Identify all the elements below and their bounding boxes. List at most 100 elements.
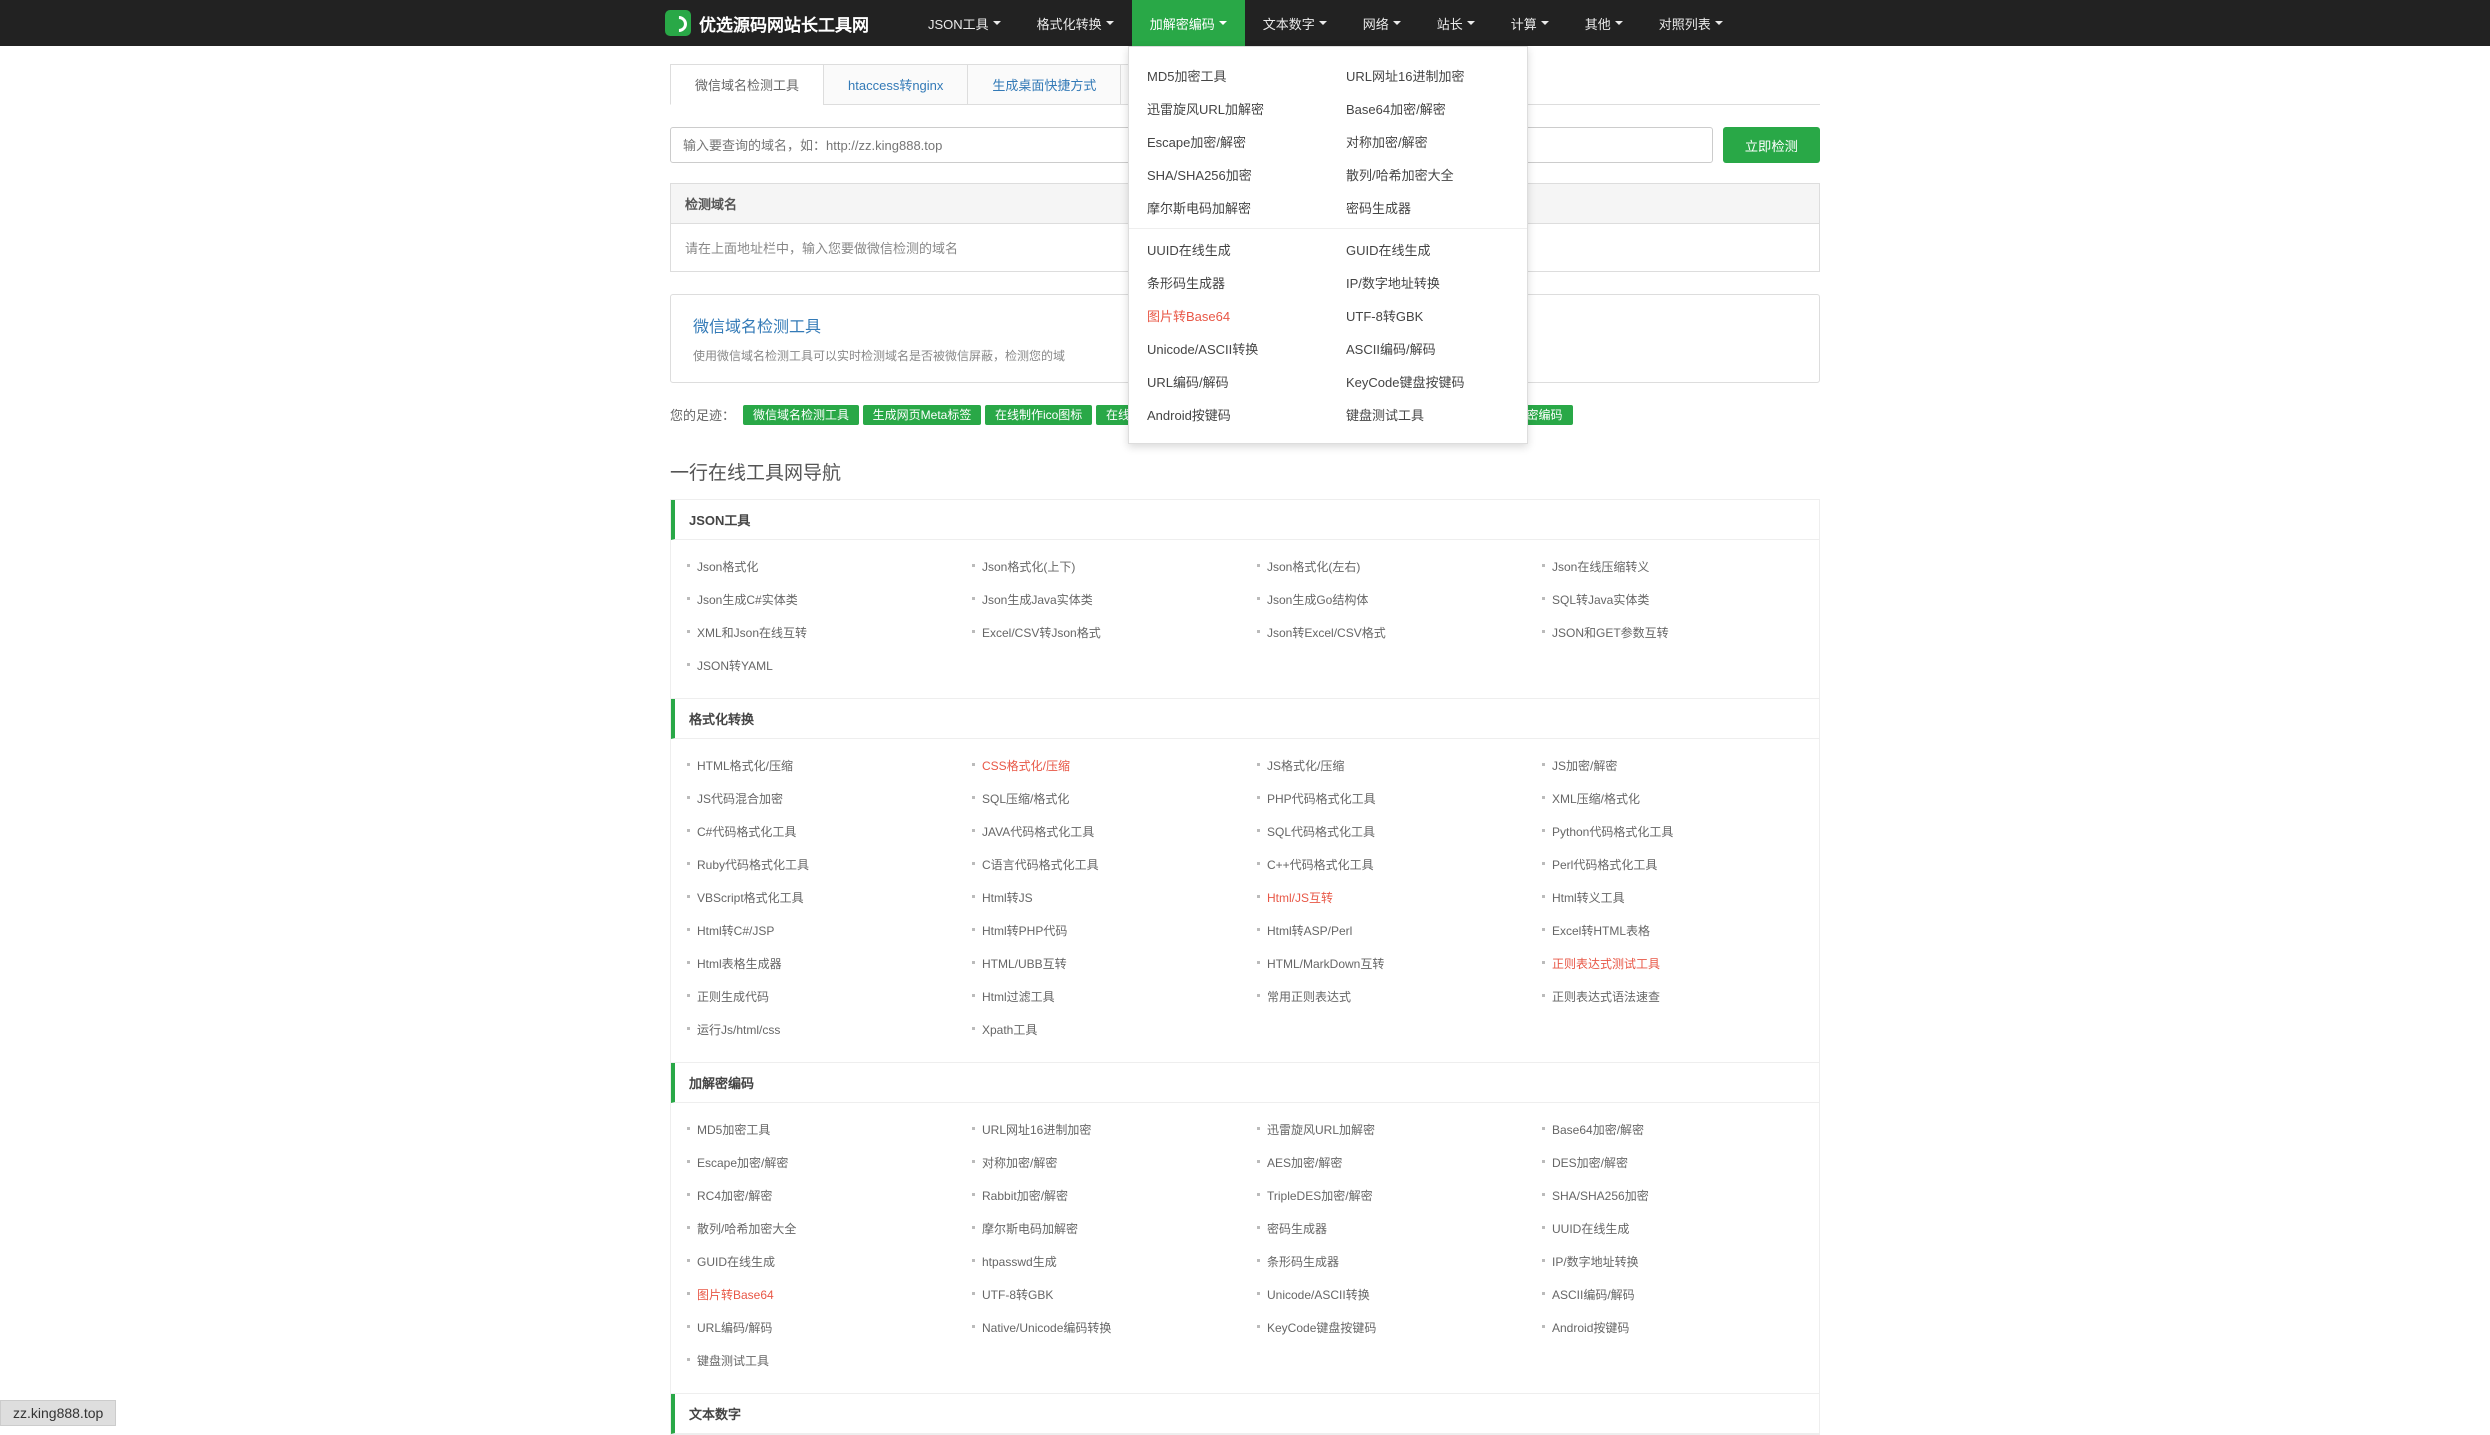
mega-item[interactable]: 图片转Base64 <box>1129 299 1328 332</box>
tool-link[interactable]: XML和Json在线互转 <box>675 616 960 649</box>
tool-link[interactable]: Python代码格式化工具 <box>1530 815 1815 848</box>
tool-link[interactable]: C#代码格式化工具 <box>675 815 960 848</box>
tool-link[interactable]: HTML格式化/压缩 <box>675 749 960 782</box>
mega-item[interactable]: Base64加密/解密 <box>1328 92 1527 125</box>
tool-link[interactable]: SHA/SHA256加密 <box>1530 1179 1815 1212</box>
tool-link[interactable]: Unicode/ASCII转换 <box>1245 1278 1530 1311</box>
tool-link[interactable]: C语言代码格式化工具 <box>960 848 1245 881</box>
brand[interactable]: 优选源码网站长工具网 <box>665 10 869 36</box>
mega-item[interactable]: 对称加密/解密 <box>1328 125 1527 158</box>
tool-link[interactable]: 散列/哈希加密大全 <box>675 1212 960 1245</box>
nav-item-0[interactable]: JSON工具 <box>910 0 1019 46</box>
mega-item[interactable]: 迅雷旋风URL加解密 <box>1129 92 1328 125</box>
tool-link[interactable]: MD5加密工具 <box>675 1113 960 1146</box>
mega-item[interactable]: 键盘测试工具 <box>1328 398 1527 431</box>
tool-link[interactable]: Html/JS互转 <box>1245 881 1530 914</box>
tool-link[interactable]: KeyCode键盘按键码 <box>1245 1311 1530 1344</box>
tool-link[interactable]: JAVA代码格式化工具 <box>960 815 1245 848</box>
tool-link[interactable]: JSON转YAML <box>675 649 960 682</box>
tool-link[interactable]: CSS格式化/压缩 <box>960 749 1245 782</box>
tool-link[interactable]: SQL转Java实体类 <box>1530 583 1815 616</box>
nav-item-6[interactable]: 计算 <box>1493 0 1567 46</box>
tool-link[interactable]: Escape加密/解密 <box>675 1146 960 1179</box>
tool-link[interactable]: 正则表达式语法速查 <box>1530 980 1815 1013</box>
tool-link[interactable]: 图片转Base64 <box>675 1278 960 1311</box>
tool-link[interactable]: htpasswd生成 <box>960 1245 1245 1278</box>
tool-link[interactable]: Base64加密/解密 <box>1530 1113 1815 1146</box>
tool-link[interactable]: PHP代码格式化工具 <box>1245 782 1530 815</box>
mega-item[interactable]: GUID在线生成 <box>1328 233 1527 266</box>
tool-link[interactable]: Json格式化(上下) <box>960 550 1245 583</box>
tool-tab-1[interactable]: htaccess转nginx <box>823 64 968 105</box>
tool-link[interactable]: Json格式化 <box>675 550 960 583</box>
tool-link[interactable]: UUID在线生成 <box>1530 1212 1815 1245</box>
tool-link[interactable]: GUID在线生成 <box>675 1245 960 1278</box>
tool-link[interactable]: Json生成Go结构体 <box>1245 583 1530 616</box>
mega-item[interactable]: Unicode/ASCII转换 <box>1129 332 1328 365</box>
mega-item[interactable]: UUID在线生成 <box>1129 233 1328 266</box>
nav-item-5[interactable]: 站长 <box>1419 0 1493 46</box>
mega-item[interactable]: 条形码生成器 <box>1129 266 1328 299</box>
tool-link[interactable]: HTML/MarkDown互转 <box>1245 947 1530 980</box>
mega-item[interactable]: UTF-8转GBK <box>1328 299 1527 332</box>
tool-link[interactable]: Html转PHP代码 <box>960 914 1245 947</box>
tool-link[interactable]: Native/Unicode编码转换 <box>960 1311 1245 1344</box>
tool-link[interactable]: JS格式化/压缩 <box>1245 749 1530 782</box>
tool-link[interactable]: XML压缩/格式化 <box>1530 782 1815 815</box>
tool-link[interactable]: Html转义工具 <box>1530 881 1815 914</box>
footprint-tag[interactable]: 微信域名检测工具 <box>743 405 859 425</box>
tool-link[interactable]: TripleDES加密/解密 <box>1245 1179 1530 1212</box>
mega-item[interactable]: URL网址16进制加密 <box>1328 59 1527 92</box>
tool-tab-0[interactable]: 微信域名检测工具 <box>670 64 824 105</box>
tool-link[interactable]: Html过滤工具 <box>960 980 1245 1013</box>
tool-link[interactable]: ASCII编码/解码 <box>1530 1278 1815 1311</box>
nav-item-3[interactable]: 文本数字 <box>1245 0 1345 46</box>
tool-link[interactable]: 正则生成代码 <box>675 980 960 1013</box>
tool-link[interactable]: RC4加密/解密 <box>675 1179 960 1212</box>
tool-link[interactable]: Html转ASP/Perl <box>1245 914 1530 947</box>
tool-link[interactable]: Excel转HTML表格 <box>1530 914 1815 947</box>
tool-link[interactable]: UTF-8转GBK <box>960 1278 1245 1311</box>
mega-item[interactable]: 散列/哈希加密大全 <box>1328 158 1527 191</box>
footprint-tag[interactable]: 在线制作ico图标 <box>985 405 1092 425</box>
mega-item[interactable]: MD5加密工具 <box>1129 59 1328 92</box>
mega-item[interactable]: Escape加密/解密 <box>1129 125 1328 158</box>
mega-item[interactable]: ASCII编码/解码 <box>1328 332 1527 365</box>
tool-link[interactable]: 常用正则表达式 <box>1245 980 1530 1013</box>
mega-item[interactable]: SHA/SHA256加密 <box>1129 158 1328 191</box>
tool-link[interactable]: Ruby代码格式化工具 <box>675 848 960 881</box>
footprint-tag[interactable]: 生成网页Meta标签 <box>863 405 982 425</box>
tool-link[interactable]: Xpath工具 <box>960 1013 1245 1046</box>
tool-link[interactable]: AES加密/解密 <box>1245 1146 1530 1179</box>
tool-link[interactable]: C++代码格式化工具 <box>1245 848 1530 881</box>
nav-item-1[interactable]: 格式化转换 <box>1019 0 1132 46</box>
tool-link[interactable]: URL编码/解码 <box>675 1311 960 1344</box>
tool-link[interactable]: Perl代码格式化工具 <box>1530 848 1815 881</box>
tool-link[interactable]: Rabbit加密/解密 <box>960 1179 1245 1212</box>
mega-item[interactable]: Android按键码 <box>1129 398 1328 431</box>
tool-link[interactable]: Html转JS <box>960 881 1245 914</box>
tool-link[interactable]: JS代码混合加密 <box>675 782 960 815</box>
mega-item[interactable]: KeyCode键盘按键码 <box>1328 365 1527 398</box>
tool-link[interactable]: VBScript格式化工具 <box>675 881 960 914</box>
tool-link[interactable]: Excel/CSV转Json格式 <box>960 616 1245 649</box>
tool-link[interactable]: JS加密/解密 <box>1530 749 1815 782</box>
nav-item-8[interactable]: 对照列表 <box>1641 0 1741 46</box>
tool-link[interactable]: SQL压缩/格式化 <box>960 782 1245 815</box>
tool-link[interactable]: Json生成Java实体类 <box>960 583 1245 616</box>
tool-link[interactable]: Html表格生成器 <box>675 947 960 980</box>
nav-item-2[interactable]: 加解密编码 <box>1132 0 1245 46</box>
detect-button[interactable]: 立即检测 <box>1723 127 1820 163</box>
tool-tab-2[interactable]: 生成桌面快捷方式 <box>967 64 1121 105</box>
nav-item-4[interactable]: 网络 <box>1345 0 1419 46</box>
tool-link[interactable]: HTML/UBB互转 <box>960 947 1245 980</box>
mega-item[interactable]: 摩尔斯电码加解密 <box>1129 191 1328 224</box>
tool-link[interactable]: Json在线压缩转义 <box>1530 550 1815 583</box>
mega-item[interactable]: IP/数字地址转换 <box>1328 266 1527 299</box>
tool-link[interactable]: 条形码生成器 <box>1245 1245 1530 1278</box>
tool-link[interactable]: 键盘测试工具 <box>675 1344 960 1377</box>
tool-link[interactable]: 运行Js/html/css <box>675 1013 960 1046</box>
tool-link[interactable]: URL网址16进制加密 <box>960 1113 1245 1146</box>
tool-link[interactable]: 迅雷旋风URL加解密 <box>1245 1113 1530 1146</box>
tool-link[interactable]: Json转Excel/CSV格式 <box>1245 616 1530 649</box>
